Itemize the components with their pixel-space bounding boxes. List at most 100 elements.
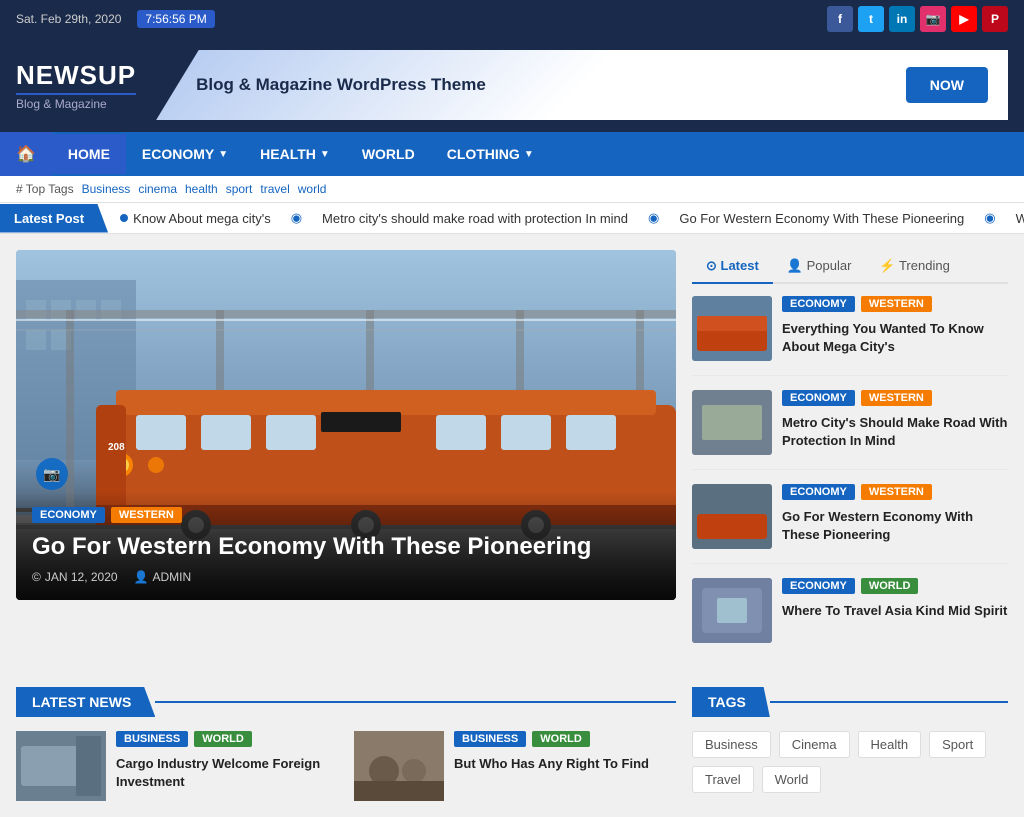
featured-date: © JAN 12, 2020 <box>32 570 118 584</box>
tag-business[interactable]: Business <box>82 182 131 196</box>
tag-btn-travel[interactable]: Travel <box>692 766 754 793</box>
tab-trending[interactable]: ⚡ Trending <box>865 250 963 284</box>
tag-sport[interactable]: sport <box>226 182 253 196</box>
sidebar-badge-western-1: WESTERN <box>861 296 932 312</box>
tag-btn-world[interactable]: World <box>762 766 822 793</box>
nav-item-home[interactable]: HOME <box>52 134 126 174</box>
tab-latest[interactable]: ⊙ Latest <box>692 250 773 284</box>
ticker-item-2[interactable]: Metro city's should make road with prote… <box>322 210 628 226</box>
bottom-content: LATEST NEWS BUSINESS WORLD Cargo Industr… <box>0 687 1024 817</box>
news-badge-world-2: WORLD <box>532 731 590 747</box>
banner-ad: Blog & Magazine WordPress Theme NOW <box>156 50 1008 120</box>
sidebar-article-3: ECONOMY WESTERN Go For Western Economy W… <box>692 484 1008 564</box>
badge-economy: ECONOMY <box>32 507 105 523</box>
nav-home-icon[interactable]: 🏠 <box>0 132 52 176</box>
sidebar-badge-economy-4: ECONOMY <box>782 578 855 594</box>
featured-meta: © JAN 12, 2020 👤 ADMIN <box>32 570 660 584</box>
twitter-icon[interactable]: t <box>858 6 884 32</box>
featured-author: 👤 ADMIN <box>134 570 192 584</box>
sidebar-thumb-1 <box>692 296 772 361</box>
logo-title[interactable]: NEWSUP <box>16 60 136 95</box>
sidebar-article-1: ECONOMY WESTERN Everything You Wanted To… <box>692 296 1008 376</box>
main-content: 208 📷 ECONOMY WESTERN Go <box>0 234 1024 687</box>
nav-item-clothing[interactable]: CLOTHING ▼ <box>431 134 550 174</box>
sidebar-title-4[interactable]: Where To Travel Asia Kind Mid Spirit <box>782 602 1008 620</box>
sidebar-thumb-3 <box>692 484 772 549</box>
news-badges-1: BUSINESS WORLD <box>116 731 338 747</box>
nav-bar: 🏠 HOME ECONOMY ▼ HEALTH ▼ WORLD CLOTHING… <box>0 132 1024 176</box>
sidebar-thumb-2 <box>692 390 772 455</box>
news-title-2[interactable]: But Who Has Any Right To Find <box>454 755 676 773</box>
sidebar-article-content-1: ECONOMY WESTERN Everything You Wanted To… <box>782 296 1008 361</box>
ticker-dot-1 <box>120 214 128 222</box>
featured-badges: ECONOMY WESTERN <box>32 507 660 523</box>
badge-western: WESTERN <box>111 507 182 523</box>
sidebar-badge-economy-3: ECONOMY <box>782 484 855 500</box>
sidebar-thumb-4 <box>692 578 772 643</box>
sidebar-badge-economy-2: ECONOMY <box>782 390 855 406</box>
sidebar-article-4: ECONOMY WORLD Where To Travel Asia Kind … <box>692 578 1008 657</box>
sidebar-title-1[interactable]: Everything You Wanted To Know About Mega… <box>782 320 1008 356</box>
date-display: Sat. Feb 29th, 2020 <box>16 12 121 26</box>
tags-section-title: TAGS <box>692 687 770 717</box>
tabs-header: ⊙ Latest 👤 Popular ⚡ Trending <box>692 250 1008 284</box>
tag-buttons: Business Cinema Health Sport Travel Worl… <box>692 731 1008 793</box>
latest-news-area: LATEST NEWS BUSINESS WORLD Cargo Industr… <box>16 687 676 801</box>
tag-btn-cinema[interactable]: Cinema <box>779 731 850 758</box>
time-display: 7:56:56 PM <box>137 10 214 28</box>
tags-section-header: TAGS <box>692 687 1008 717</box>
sidebar-badges-3: ECONOMY WESTERN <box>782 484 1008 500</box>
nav-item-health[interactable]: HEALTH ▼ <box>244 134 346 174</box>
tag-travel[interactable]: travel <box>260 182 289 196</box>
ticker-item-3[interactable]: Go For Western Economy With These Pionee… <box>679 210 964 226</box>
banner-button[interactable]: NOW <box>906 67 988 103</box>
nav-item-economy[interactable]: ECONOMY ▼ <box>126 134 244 174</box>
ticker-item-1[interactable]: Know About mega city's <box>120 210 271 226</box>
featured-overlay: ECONOMY WESTERN Go For Western Economy W… <box>16 491 676 600</box>
tag-cinema[interactable]: cinema <box>138 182 177 196</box>
ticker-content: Know About mega city's ◉ Metro city's sh… <box>108 203 1024 233</box>
tags-section: TAGS Business Cinema Health Sport Travel… <box>692 687 1008 801</box>
tab-popular[interactable]: 👤 Popular <box>773 250 866 284</box>
sidebar-badge-world-4: WORLD <box>861 578 919 594</box>
sidebar-badges-2: ECONOMY WESTERN <box>782 390 1008 406</box>
svg-text:208: 208 <box>108 442 125 453</box>
news-thumb-1 <box>16 731 106 801</box>
news-badge-business-2: BUSINESS <box>454 731 526 747</box>
tag-health[interactable]: health <box>185 182 218 196</box>
tag-btn-business[interactable]: Business <box>692 731 771 758</box>
news-title-1[interactable]: Cargo Industry Welcome Foreign Investmen… <box>116 755 338 791</box>
tags-label: # Top Tags <box>16 182 74 196</box>
pinterest-icon[interactable]: P <box>982 6 1008 32</box>
ticker-label: Latest Post <box>0 204 108 233</box>
news-badge-business-1: BUSINESS <box>116 731 188 747</box>
tag-btn-health[interactable]: Health <box>858 731 922 758</box>
banner-text: Blog & Magazine WordPress Theme <box>176 75 486 95</box>
news-grid: BUSINESS WORLD Cargo Industry Welcome Fo… <box>16 731 676 801</box>
sidebar-title-2[interactable]: Metro City's Should Make Road With Prote… <box>782 414 1008 450</box>
youtube-icon[interactable]: ▶ <box>951 6 977 32</box>
logo-area: NEWSUP Blog & Magazine <box>16 60 136 111</box>
tag-btn-sport[interactable]: Sport <box>929 731 986 758</box>
instagram-icon[interactable]: 📷 <box>920 6 946 32</box>
logo-subtitle: Blog & Magazine <box>16 97 136 111</box>
nav-item-world[interactable]: WORLD <box>346 134 431 174</box>
sidebar-badges-4: ECONOMY WORLD <box>782 578 1008 594</box>
facebook-icon[interactable]: f <box>827 6 853 32</box>
linkedin-icon[interactable]: in <box>889 6 915 32</box>
latest-news-title: LATEST NEWS <box>16 687 155 717</box>
news-item-content-2: BUSINESS WORLD But Who Has Any Right To … <box>454 731 676 801</box>
featured-title[interactable]: Go For Western Economy With These Pionee… <box>32 531 660 562</box>
sidebar-badge-western-3: WESTERN <box>861 484 932 500</box>
sidebar-badges-1: ECONOMY WESTERN <box>782 296 1008 312</box>
tags-bar: # Top Tags Business cinema health sport … <box>0 176 1024 203</box>
sidebar: ⊙ Latest 👤 Popular ⚡ Trending ECONOMY WE… <box>692 250 1008 671</box>
sidebar-article-content-2: ECONOMY WESTERN Metro City's Should Make… <box>782 390 1008 455</box>
featured-image[interactable]: 208 📷 ECONOMY WESTERN Go <box>16 250 676 600</box>
sidebar-title-3[interactable]: Go For Western Economy With These Pionee… <box>782 508 1008 544</box>
ticker-item-4[interactable]: Wh... <box>1016 210 1024 226</box>
tag-world[interactable]: world <box>298 182 327 196</box>
sidebar-article-content-4: ECONOMY WORLD Where To Travel Asia Kind … <box>782 578 1008 643</box>
news-badges-2: BUSINESS WORLD <box>454 731 676 747</box>
latest-news-header: LATEST NEWS <box>16 687 676 717</box>
